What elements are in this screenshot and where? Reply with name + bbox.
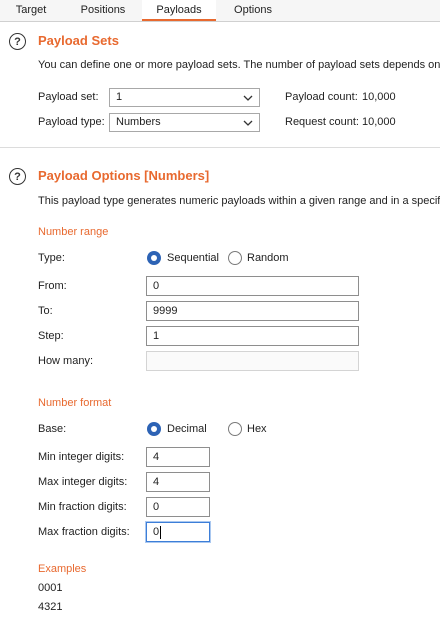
payload-sets-title: Payload Sets [38,33,119,48]
number-format-heading: Number format [38,397,112,409]
payload-set-value: 1 [116,91,123,103]
section-divider [0,147,440,148]
max-fraction-digits-value: 0 [153,526,160,538]
random-label[interactable]: Random [247,252,289,264]
chevron-down-icon [243,95,253,101]
to-label: To: [38,305,53,317]
type-label: Type: [38,252,65,264]
payload-set-label: Payload set: [38,91,99,103]
radio-sequential[interactable] [147,251,161,265]
hex-label[interactable]: Hex [247,423,267,435]
example-value: 0001 [38,582,63,594]
payload-type-value: Numbers [116,116,161,128]
payload-type-label: Payload type: [38,116,105,128]
decimal-label[interactable]: Decimal [167,423,207,435]
max-integer-digits-value: 4 [153,476,160,488]
request-count-value: 10,000 [362,116,396,128]
to-value: 9999 [153,305,178,317]
payload-options-description: This payload type generates numeric payl… [38,195,440,207]
payload-count-label: Payload count: [285,91,358,103]
radio-hex[interactable] [228,422,242,436]
min-fraction-digits-input[interactable]: 0 [146,497,210,517]
tab-positions[interactable]: Positions [66,0,140,20]
number-range-heading: Number range [38,226,109,238]
max-integer-digits-label: Max integer digits: [38,476,128,488]
max-fraction-digits-input[interactable]: 0 [146,522,210,542]
payload-set-select[interactable]: 1 [109,88,260,107]
from-label: From: [38,280,67,292]
how-many-input[interactable] [146,351,359,371]
step-label: Step: [38,330,64,342]
chevron-down-icon [243,120,253,126]
min-integer-digits-label: Min integer digits: [38,451,125,463]
tab-payloads[interactable]: Payloads [142,0,216,21]
example-value: 4321 [38,601,63,613]
base-label: Base: [38,423,67,435]
payload-type-select[interactable]: Numbers [109,113,260,132]
from-input[interactable]: 0 [146,276,359,296]
how-many-label: How many: [38,355,94,367]
step-value: 1 [153,330,160,342]
tab-bar: Target Positions Payloads Options [0,0,440,22]
min-fraction-digits-label: Min fraction digits: [38,501,127,513]
from-value: 0 [153,280,160,292]
payload-sets-description: You can define one or more payload sets.… [38,59,440,71]
examples-heading: Examples [38,563,87,575]
request-count-label: Request count: [285,116,359,128]
payload-count-value: 10,000 [362,91,396,103]
min-integer-digits-input[interactable]: 4 [146,447,210,467]
min-fraction-digits-value: 0 [153,501,160,513]
radio-random[interactable] [228,251,242,265]
help-icon[interactable]: ? [9,168,26,185]
step-input[interactable]: 1 [146,326,359,346]
payload-options-title: Payload Options [Numbers] [38,168,210,183]
tab-options[interactable]: Options [218,0,288,20]
to-input[interactable]: 9999 [146,301,359,321]
min-integer-digits-value: 4 [153,451,160,463]
radio-decimal[interactable] [147,422,161,436]
help-icon[interactable]: ? [9,33,26,50]
text-cursor [160,526,161,539]
max-fraction-digits-label: Max fraction digits: [38,526,130,538]
tab-target[interactable]: Target [0,0,62,20]
max-integer-digits-input[interactable]: 4 [146,472,210,492]
sequential-label[interactable]: Sequential [167,252,219,264]
